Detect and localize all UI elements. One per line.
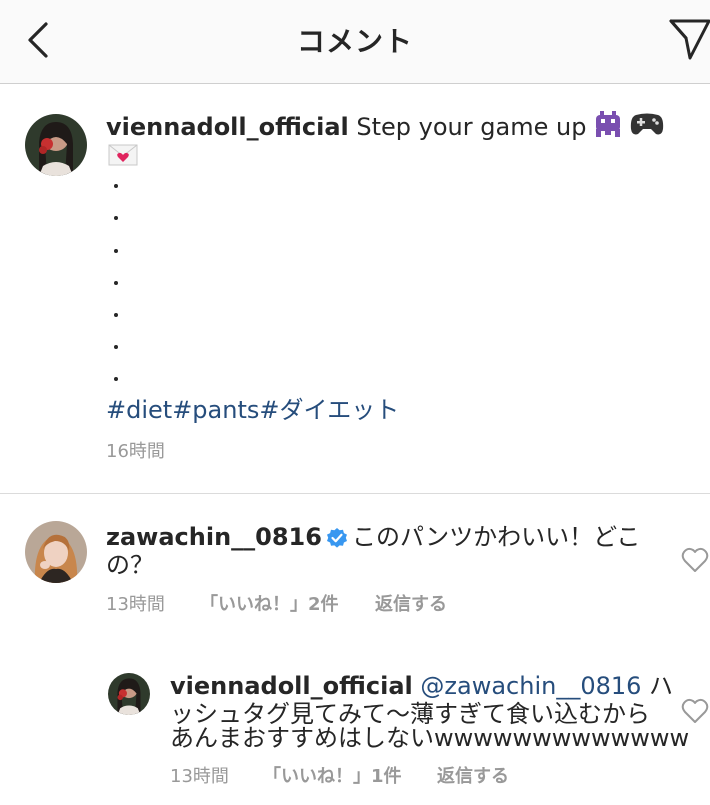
post-caption-line: viennadoll_official Step your game up xyxy=(106,111,664,145)
reply-text-cont: あんまおすすめはしないwwwwwwwwwwwww xyxy=(170,724,690,752)
caption-dot: . xyxy=(114,313,118,317)
alien-monster-emoji xyxy=(594,111,622,145)
paper-plane-icon xyxy=(669,19,710,60)
caption-dot: . xyxy=(114,345,118,349)
love-letter-emoji xyxy=(108,144,138,170)
reply-button[interactable]: 返信する xyxy=(375,593,447,617)
post-username[interactable]: viennadoll_official xyxy=(106,113,349,141)
post-caption-text: Step your game up xyxy=(348,113,595,141)
caption-dot: . xyxy=(114,249,118,253)
like-button[interactable] xyxy=(681,698,709,724)
hashtag-link[interactable]: #pants xyxy=(172,396,259,424)
avatar[interactable] xyxy=(25,521,87,583)
post-timestamp: 16時間 xyxy=(106,441,165,462)
comment-text: このパンツかわいい！どこ xyxy=(351,523,641,551)
caption-dot: . xyxy=(114,216,118,220)
heart-outline-icon xyxy=(681,698,709,723)
avatar[interactable] xyxy=(108,673,150,715)
comment-text-cont: の？ xyxy=(106,551,154,579)
hashtag-link[interactable]: #ダイエット xyxy=(259,396,399,424)
game-controller-emoji xyxy=(630,111,664,145)
comment-timestamp: 13時間 xyxy=(106,594,165,615)
hashtag-link[interactable]: #diet xyxy=(106,396,172,424)
like-button[interactable] xyxy=(681,547,709,573)
caption-dot: . xyxy=(114,281,118,285)
verified-badge-icon xyxy=(326,525,348,548)
comment-line: zawachin__0816 このパンツかわいい！どこ xyxy=(106,521,640,553)
caption-dot: . xyxy=(114,184,118,188)
likes-count-link[interactable]: 「いいね！」1件 xyxy=(263,765,402,789)
mention-link[interactable]: @zawachin__0816 xyxy=(420,672,641,700)
reply-username[interactable]: viennadoll_official xyxy=(170,672,413,700)
reply-timestamp: 13時間 xyxy=(170,766,229,787)
likes-count-link[interactable]: 「いいね！」2件 xyxy=(200,593,339,617)
avatar[interactable] xyxy=(25,114,87,176)
send-button[interactable] xyxy=(668,16,710,62)
comment-username[interactable]: zawachin__0816 xyxy=(106,523,322,551)
section-divider xyxy=(0,493,710,494)
hashtag-line: #diet#pants#ダイエット xyxy=(106,394,399,426)
heart-outline-icon xyxy=(681,547,709,572)
reply-button[interactable]: 返信する xyxy=(437,765,509,789)
reply-text: ハ xyxy=(641,672,674,700)
header-bar: コメント xyxy=(0,0,710,84)
caption-dot: . xyxy=(114,377,118,381)
page-title: コメント xyxy=(296,25,413,58)
